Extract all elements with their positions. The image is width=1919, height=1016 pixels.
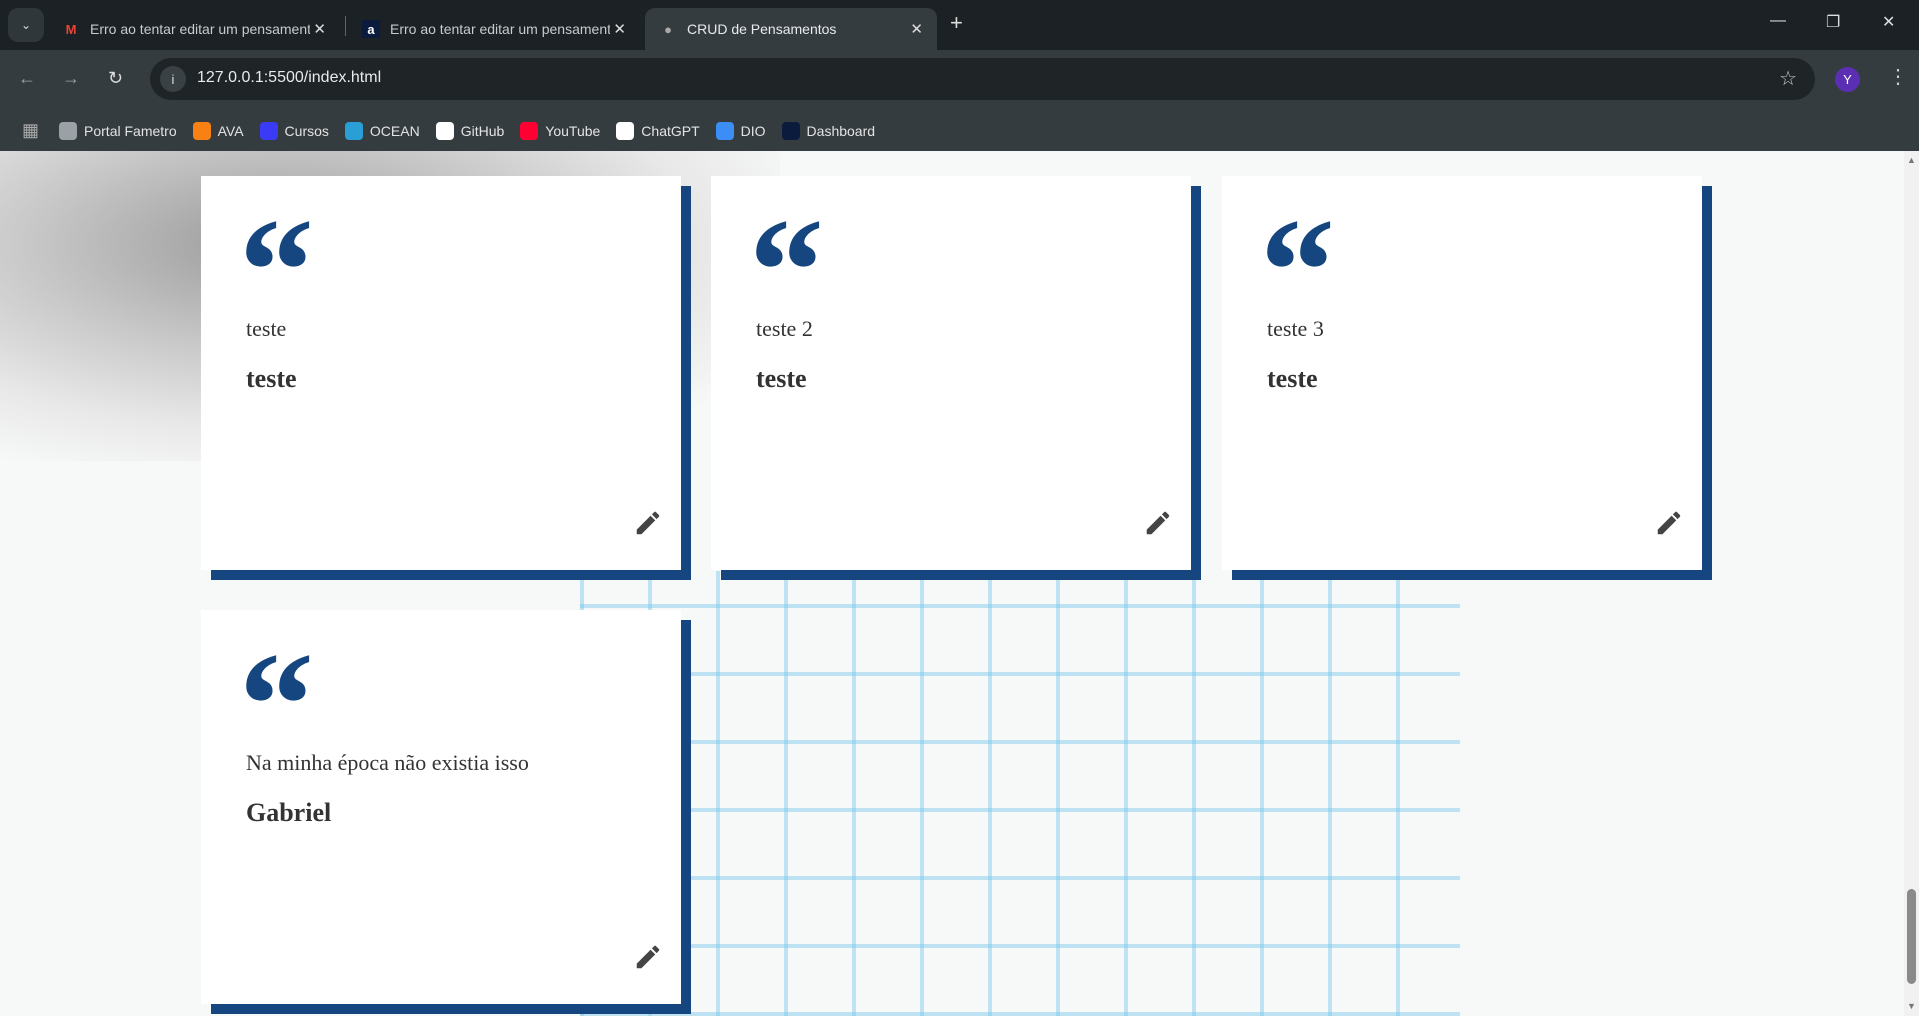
- bookmark-label: AVA: [217, 122, 244, 139]
- bookmark-dashboard[interactable]: Dashboard: [781, 121, 876, 140]
- bookmark-chatgpt[interactable]: ChatGPT: [616, 121, 700, 140]
- scrollbar[interactable]: ▲ ▼: [1904, 151, 1919, 1016]
- thought-author: teste: [1267, 364, 1318, 393]
- tab-bar: ⌄ M Erro ao tentar editar um pensamento …: [0, 0, 1919, 50]
- close-window-button[interactable]: ✕: [1882, 12, 1895, 32]
- bookmark-label: ChatGPT: [641, 122, 700, 139]
- thought-content: teste 2: [756, 316, 813, 341]
- close-icon[interactable]: ✕: [910, 20, 923, 38]
- background-grid: [580, 571, 1460, 1016]
- pencil-icon: [636, 945, 660, 969]
- tab-search-button[interactable]: ⌄: [8, 8, 44, 42]
- apps-icon[interactable]: ▦: [22, 120, 39, 141]
- thought-content: teste 3: [1267, 316, 1324, 341]
- tab-gmail[interactable]: M Erro ao tentar editar um pensamento ✕: [48, 8, 340, 50]
- thought-card: “ teste 3 teste: [1222, 176, 1702, 570]
- new-tab-button[interactable]: +: [950, 10, 963, 36]
- scroll-up-icon[interactable]: ▲: [1907, 155, 1916, 165]
- pencil-icon: [636, 511, 660, 535]
- thought-card: “ teste 2 teste: [711, 176, 1191, 570]
- bookmark-label: GitHub: [460, 122, 505, 139]
- bookmark-label: Dashboard: [806, 122, 876, 139]
- thought-card: “ teste teste: [201, 176, 681, 570]
- tab-alura[interactable]: a Erro ao tentar editar um pensamento ✕: [348, 8, 640, 50]
- bookmarks-bar: ▦ Portal Fametro AVA Cursos OCEAN GitHub YouT…: [0, 110, 1919, 151]
- thought-author: teste: [246, 364, 297, 393]
- bookmark-label: Cursos: [284, 122, 329, 139]
- url-text[interactable]: 127.0.0.1:5500/index.html: [197, 69, 381, 87]
- dio-icon: [715, 121, 734, 140]
- edit-button[interactable]: [1654, 508, 1684, 538]
- bookmark-youtube[interactable]: YouTube: [520, 121, 601, 140]
- toolbar: ← → ↻ i 127.0.0.1:5500/index.html ☆ Y ⋮: [0, 50, 1919, 110]
- pencil-icon: [1146, 511, 1170, 535]
- address-bar[interactable]: i 127.0.0.1:5500/index.html ☆: [150, 58, 1815, 100]
- close-icon[interactable]: ✕: [313, 20, 326, 38]
- moodle-icon: [192, 121, 211, 140]
- scroll-down-icon[interactable]: ▼: [1907, 1001, 1916, 1011]
- gmail-icon: M: [65, 21, 77, 37]
- info-icon[interactable]: i: [160, 66, 186, 92]
- ocean-icon: [344, 121, 363, 140]
- tab-divider: [345, 16, 346, 36]
- thought-card: “ Na minha época não existia isso Gabrie…: [201, 610, 681, 1004]
- bookmark-label: OCEAN: [369, 122, 420, 139]
- github-icon: [435, 121, 454, 140]
- globe-icon: ●: [664, 21, 672, 37]
- avatar[interactable]: Y: [1835, 67, 1860, 92]
- bookmark-label: YouTube: [545, 122, 601, 139]
- bookmark-ocean[interactable]: OCEAN: [344, 121, 420, 140]
- reload-button[interactable]: ↻: [108, 68, 123, 89]
- youtube-icon: [520, 121, 539, 140]
- cursos-icon: [259, 121, 278, 140]
- menu-icon[interactable]: ⋮: [1888, 64, 1908, 89]
- thought-author: teste: [756, 364, 807, 393]
- bookmark-ava[interactable]: AVA: [192, 121, 244, 140]
- tab-title: Erro ao tentar editar um pensamento: [90, 21, 310, 37]
- edit-button[interactable]: [633, 942, 663, 972]
- bookmark-label: Portal Fametro: [84, 122, 177, 139]
- bookmark-github[interactable]: GitHub: [435, 121, 505, 140]
- alura-icon: a: [362, 20, 380, 38]
- back-button[interactable]: ←: [18, 68, 36, 89]
- thought-content: Na minha época não existia isso: [246, 750, 529, 775]
- close-icon[interactable]: ✕: [613, 20, 626, 38]
- thought-content: teste: [246, 316, 287, 341]
- globe-icon: [59, 121, 78, 140]
- tab-title: Erro ao tentar editar um pensamento: [390, 21, 610, 37]
- edit-button[interactable]: [1143, 508, 1173, 538]
- forward-button[interactable]: →: [62, 68, 80, 89]
- bookmark-label: DIO: [740, 122, 766, 139]
- pencil-icon: [1657, 511, 1681, 535]
- chevron-down-icon: ⌄: [20, 18, 32, 32]
- tab-title: CRUD de Pensamentos: [687, 21, 837, 37]
- scrollbar-thumb[interactable]: [1907, 889, 1916, 984]
- bookmark-portal-fametro[interactable]: Portal Fametro: [59, 121, 177, 140]
- page: “ teste teste “ teste 2 teste “ teste 3 …: [0, 151, 1904, 1016]
- chatgpt-icon: [616, 121, 635, 140]
- bookmark-cursos[interactable]: Cursos: [259, 121, 329, 140]
- minimize-button[interactable]: —: [1770, 12, 1786, 30]
- edit-button[interactable]: [633, 508, 663, 538]
- star-icon[interactable]: ☆: [1779, 66, 1797, 91]
- tab-crud[interactable]: ● CRUD de Pensamentos ✕: [645, 8, 937, 50]
- alura-icon: [781, 121, 800, 140]
- bookmark-dio[interactable]: DIO: [715, 121, 766, 140]
- thought-author: Gabriel: [246, 798, 332, 827]
- restore-button[interactable]: ❐: [1826, 12, 1840, 32]
